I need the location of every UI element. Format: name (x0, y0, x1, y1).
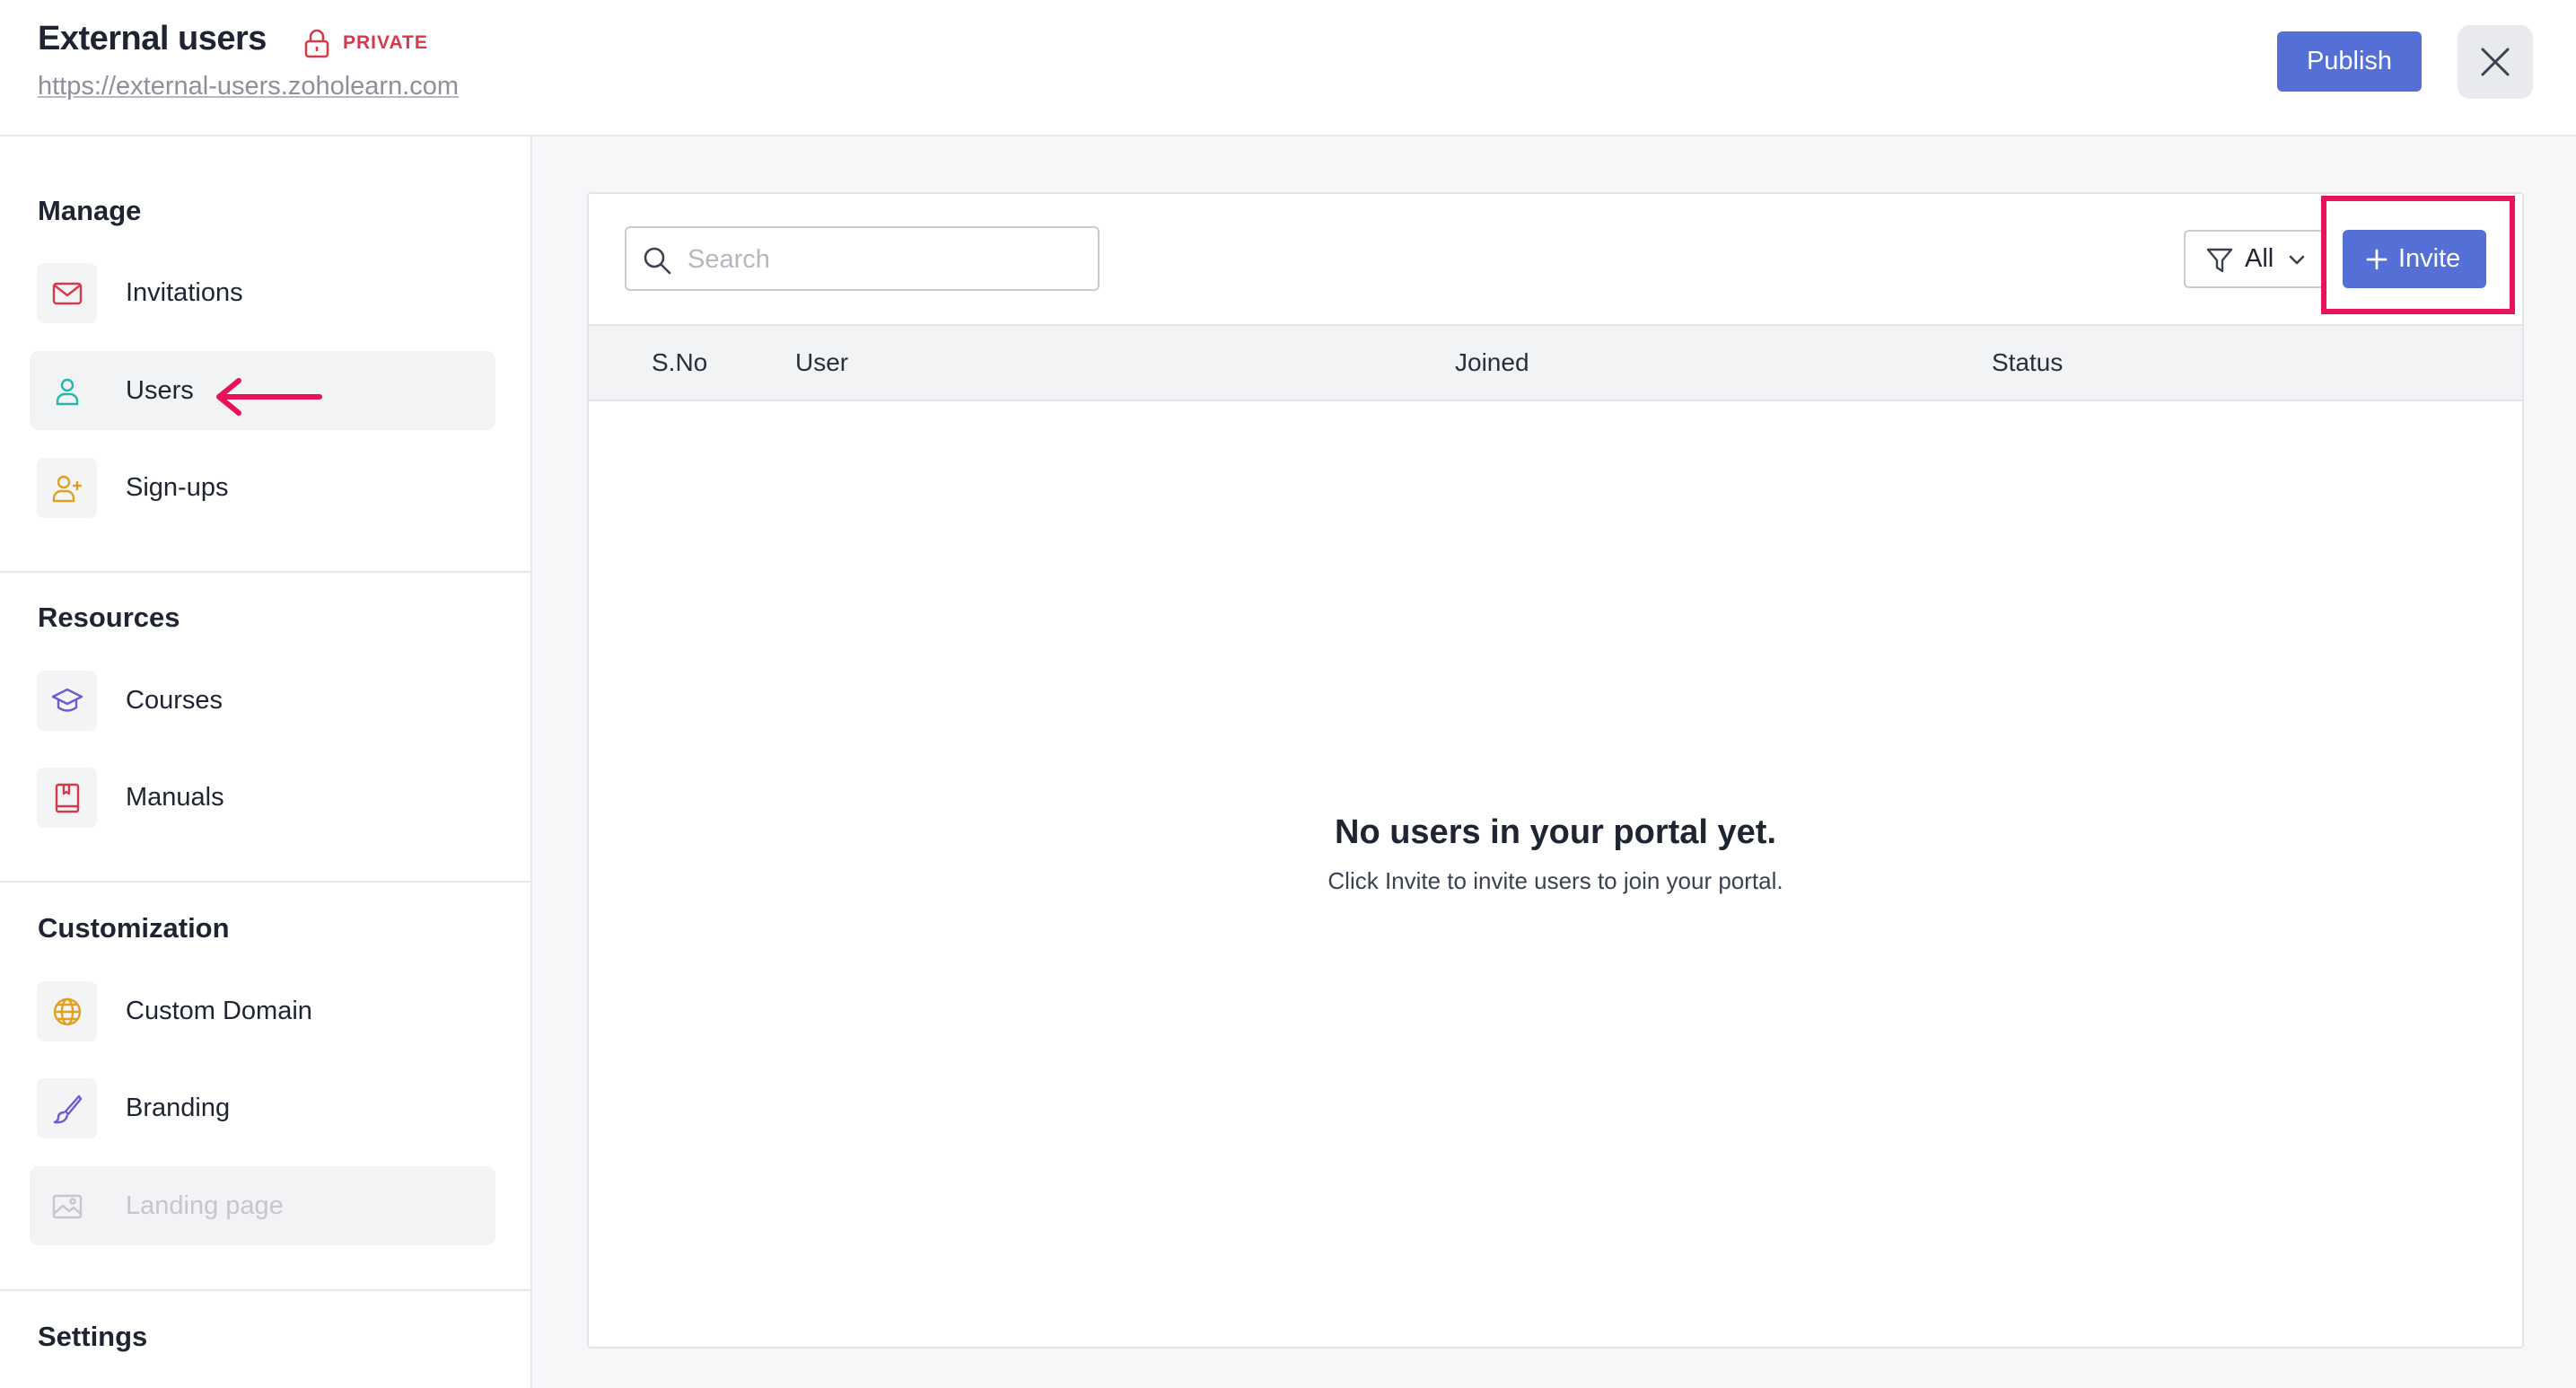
sidebar-item-courses[interactable]: Courses (30, 661, 495, 740)
filter-selected-value: All (2245, 244, 2274, 273)
sidebar-item-label: Users (126, 376, 194, 405)
section-title-customization: Customization (38, 912, 230, 944)
sidebar-item-label: Landing page (126, 1191, 284, 1220)
user-plus-icon (52, 475, 82, 502)
search-input[interactable] (686, 228, 1084, 291)
publish-button[interactable]: Publish (2277, 31, 2422, 92)
filter-icon (2206, 248, 2233, 273)
invite-button[interactable]: Invite (2343, 230, 2486, 288)
image-icon (52, 1194, 82, 1218)
sidebar-divider (0, 1289, 530, 1291)
sidebar-item-branding[interactable]: Branding (30, 1068, 495, 1147)
column-header-status: Status (1992, 348, 2063, 376)
sidebar-item-label: Custom Domain (126, 997, 312, 1025)
privacy-label: PRIVATE (343, 32, 428, 53)
sidebar-divider (0, 881, 530, 883)
section-title-settings[interactable]: Settings (38, 1321, 147, 1353)
section-title-manage: Manage (38, 195, 142, 226)
sidebar-item-invitations[interactable]: Invitations (30, 253, 495, 332)
paintbrush-icon (53, 1094, 82, 1123)
sidebar-item-sign-ups[interactable]: Sign-ups (30, 448, 495, 527)
sidebar-item-custom-domain[interactable]: Custom Domain (30, 971, 495, 1050)
book-icon (55, 783, 79, 813)
sidebar-item-manuals[interactable]: Manuals (30, 758, 495, 837)
search-box[interactable] (625, 226, 1100, 291)
column-header-sno: S.No (652, 348, 708, 376)
annotation-arrow-icon (216, 378, 322, 416)
sidebar-item-label: Courses (126, 686, 223, 715)
user-icon (56, 378, 78, 405)
column-header-user: User (795, 348, 849, 376)
graduation-cap-icon (51, 688, 83, 712)
sidebar-item-landing-page: Landing page (30, 1166, 495, 1245)
invite-button-label: Invite (2398, 244, 2461, 273)
globe-icon (53, 997, 81, 1025)
page-title: External users (38, 20, 267, 57)
sidebar-divider (0, 571, 530, 573)
table-header: S.No User Joined Status (589, 324, 2522, 401)
section-title-resources: Resources (38, 602, 180, 633)
sidebar-item-label: Branding (126, 1094, 231, 1122)
empty-state-message: Click Invite to invite users to join you… (1327, 867, 1783, 894)
search-icon (644, 247, 671, 275)
column-header-joined: Joined (1455, 348, 1529, 376)
sidebar-item-label: Manuals (126, 783, 224, 812)
top-header: External users PRIVATE https://external-… (0, 0, 2576, 136)
empty-state-title: No users in your portal yet. (1335, 813, 1776, 851)
sidebar: Manage Invitations Users Sign-ups Resour… (0, 136, 532, 1388)
lock-icon (304, 29, 329, 58)
plus-icon (2366, 249, 2388, 270)
privacy-indicator: PRIVATE (303, 25, 428, 61)
mail-icon (52, 282, 82, 304)
close-button[interactable] (2458, 25, 2533, 99)
portal-url-link[interactable]: https://external-users.zoholearn.com (38, 72, 459, 101)
sidebar-item-label: Invitations (126, 278, 243, 307)
filter-dropdown[interactable]: All (2184, 230, 2325, 288)
close-icon (2481, 48, 2510, 76)
sidebar-item-label: Sign-ups (126, 473, 229, 502)
chevron-down-icon (2289, 255, 2305, 265)
